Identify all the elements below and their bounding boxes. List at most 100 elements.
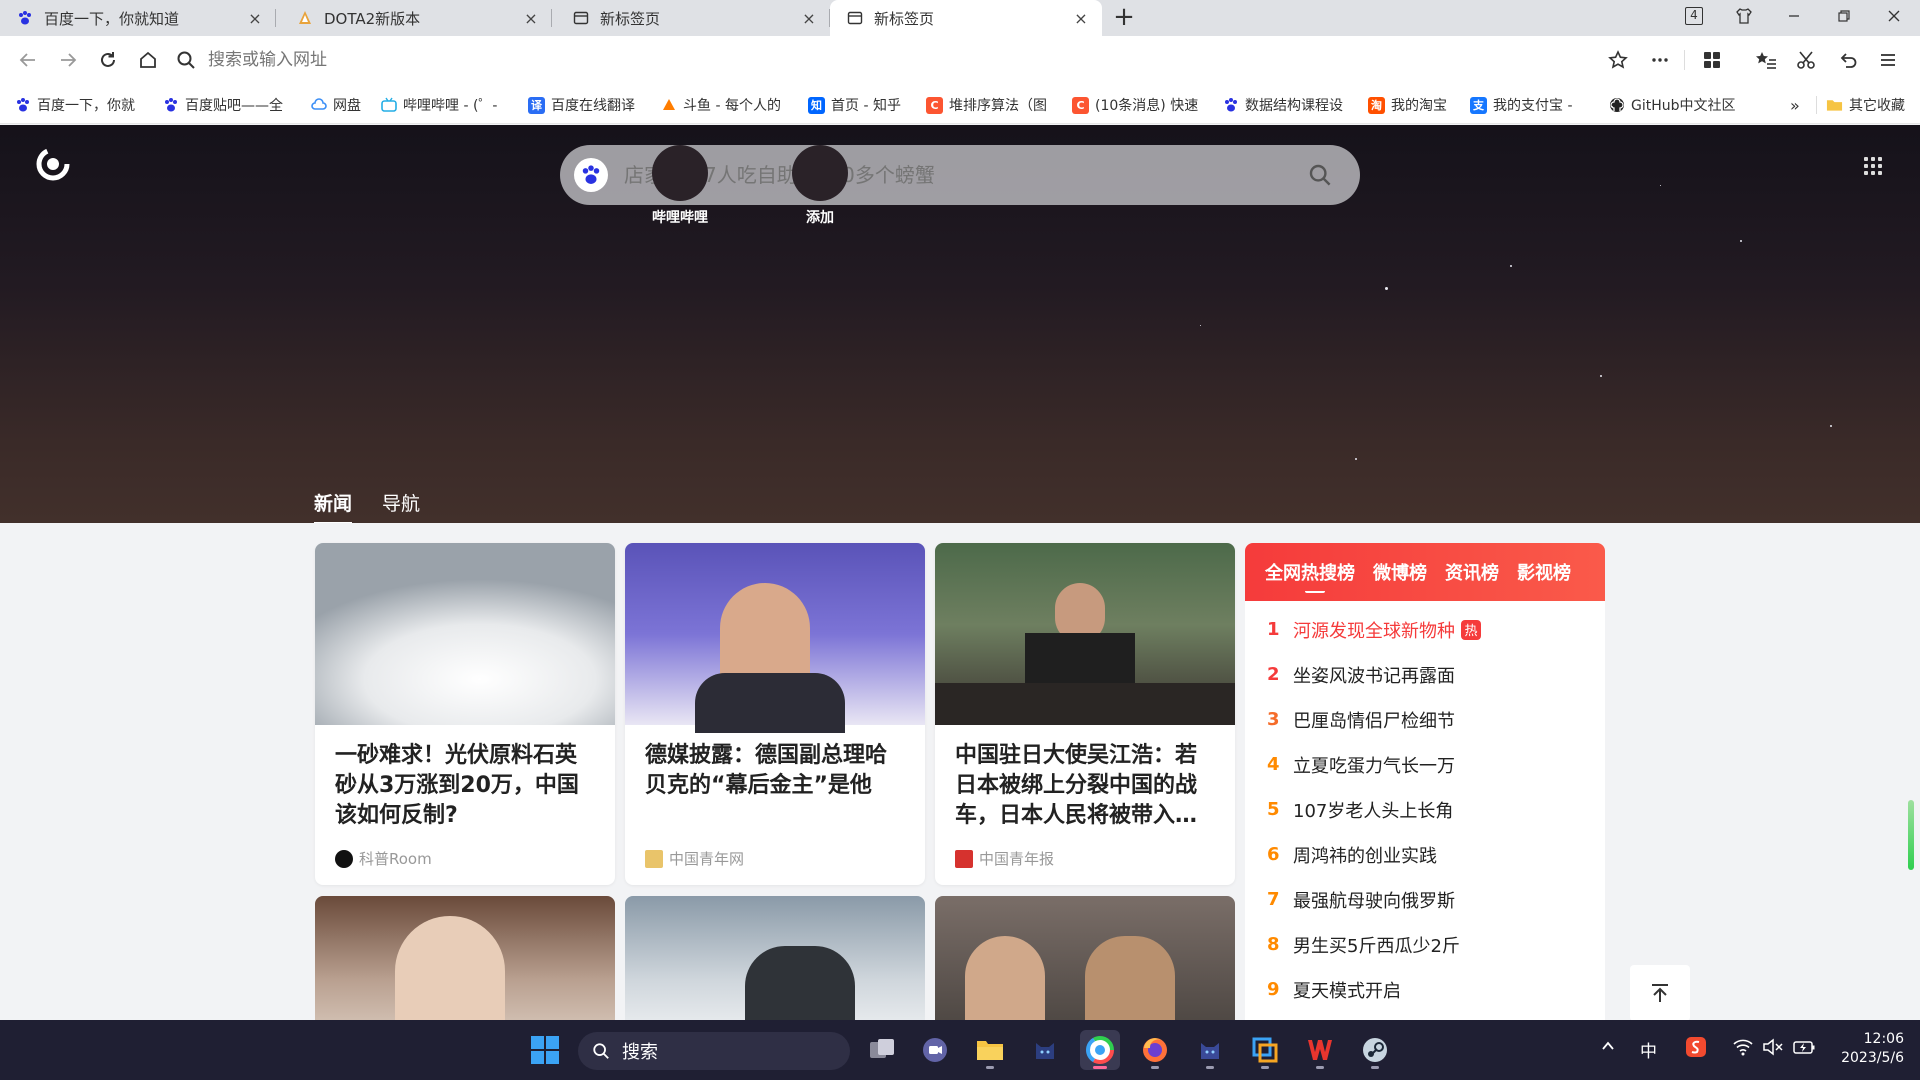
more-options-icon[interactable]	[1646, 46, 1674, 74]
new-tab-button[interactable]: +	[1110, 4, 1138, 32]
bookmark-item[interactable]: 数据结构课程设	[1222, 94, 1356, 116]
bookmark-item[interactable]: 支 我的支付宝 -	[1470, 94, 1588, 116]
ime-indicator[interactable]: 中	[1640, 1037, 1657, 1062]
hot-text: 河源发现全球新物种	[1293, 620, 1455, 642]
remote-desktop-icon[interactable]	[1245, 1030, 1285, 1070]
baidu-paw-icon[interactable]	[574, 158, 608, 192]
bookmark-item[interactable]: C 堆排序算法（图	[926, 94, 1056, 116]
taskbar-search[interactable]: 搜索	[578, 1032, 850, 1070]
bookmark-item[interactable]: 知 首页 - 知乎	[808, 94, 912, 116]
wifi-icon[interactable]	[1733, 1038, 1753, 1061]
tab-news-list[interactable]: 资讯榜	[1445, 559, 1499, 585]
bilibili-icon	[380, 97, 397, 114]
back-to-top-button[interactable]	[1630, 965, 1690, 1020]
app-cat-icon[interactable]	[1190, 1030, 1230, 1070]
search-icon[interactable]	[1308, 163, 1332, 187]
skin-icon[interactable]	[1724, 0, 1764, 32]
app-grid-icon[interactable]	[1864, 157, 1882, 175]
close-icon[interactable]: ×	[246, 9, 264, 28]
battery-icon[interactable]	[1792, 1038, 1816, 1061]
news-card[interactable]: 德媒披露：德国副总理哈贝克的“幕后金主”是他 中国青年网	[625, 543, 925, 885]
tab-movies[interactable]: 影视榜	[1517, 559, 1571, 585]
tab-title: 百度一下，你就知道	[44, 9, 180, 28]
shortcut-add[interactable]: 添加	[770, 145, 870, 227]
tab-weibo[interactable]: 微博榜	[1373, 559, 1427, 585]
close-icon[interactable]: ×	[522, 9, 540, 28]
arrow-up-icon	[1652, 984, 1668, 1002]
bookmark-item[interactable]: 百度贴吧——全	[162, 94, 294, 116]
bookmark-item[interactable]: GitHub中文社区	[1608, 94, 1748, 116]
windows-start-icon[interactable]	[525, 1030, 565, 1070]
close-window-button[interactable]	[1874, 0, 1914, 32]
news-card[interactable]	[625, 896, 925, 1020]
apps-icon[interactable]	[1698, 46, 1726, 74]
firefox-icon[interactable]	[1135, 1030, 1175, 1070]
steam-icon[interactable]	[1355, 1030, 1395, 1070]
meet-icon[interactable]	[915, 1030, 955, 1070]
news-card[interactable]: 中国驻日大使吴江浩：若日本被绑上分裂中国的战车，日本人民将被带入… 中国青年报	[935, 543, 1235, 885]
hot-badge: 热	[1461, 619, 1481, 640]
system-clock[interactable]: 12:06 2023/5/6	[1830, 1030, 1904, 1068]
sogou-icon[interactable]	[1685, 1036, 1707, 1063]
reload-button[interactable]	[94, 46, 122, 74]
home-button[interactable]	[134, 46, 162, 74]
menu-icon[interactable]	[1874, 46, 1902, 74]
folder-icon	[1826, 97, 1843, 114]
news-card[interactable]	[315, 896, 615, 1020]
hero-background: 哔哩哔哩 添加 新闻 导航	[0, 125, 1920, 523]
task-view-icon[interactable]	[862, 1030, 902, 1070]
hot-item[interactable]: 4 立夏吃蛋力气长一万	[1245, 742, 1605, 787]
wps-icon[interactable]	[1300, 1030, 1340, 1070]
bookmark-item[interactable]: 百度一下，你就	[14, 94, 144, 116]
tab-dota2[interactable]: DOTA2新版本 ×	[280, 0, 552, 36]
hot-item[interactable]: 5 107岁老人头上长角	[1245, 787, 1605, 832]
favorites-list-icon[interactable]	[1752, 46, 1780, 74]
other-bookmarks-folder[interactable]: 其它收藏	[1826, 94, 1918, 116]
bookmark-star-icon[interactable]	[1604, 46, 1632, 74]
hot-item[interactable]: 6 周鸿祎的创业实践	[1245, 832, 1605, 877]
hot-item[interactable]: 8 男生买5斤西瓜少2斤	[1245, 922, 1605, 967]
app-cat-icon[interactable]	[1025, 1030, 1065, 1070]
omnibox[interactable]	[176, 44, 1650, 76]
forward-button[interactable]	[54, 46, 82, 74]
tab-count-button[interactable]: 4	[1674, 0, 1714, 32]
close-icon[interactable]: ×	[800, 9, 818, 28]
hot-item[interactable]: 3 巴厘岛情侣尸检细节	[1245, 697, 1605, 742]
tab-newtab-1[interactable]: 新标签页 ×	[556, 0, 830, 36]
hot-item[interactable]: 2 坐姿风波书记再露面	[1245, 652, 1605, 697]
zhihu-icon: 知	[808, 96, 825, 114]
hot-item[interactable]: 7 最强航母驶向俄罗斯	[1245, 877, 1605, 922]
browser-app-icon[interactable]	[1080, 1030, 1120, 1070]
tab-all-hot[interactable]: 全网热搜榜	[1265, 559, 1355, 593]
tab-baidu[interactable]: 百度一下，你就知道 ×	[0, 0, 276, 36]
bookmark-item[interactable]: 网盘	[310, 94, 378, 116]
url-input[interactable]	[208, 50, 1508, 70]
browser-logo[interactable]	[36, 147, 70, 181]
tab-news[interactable]: 新闻	[314, 489, 353, 523]
bookmark-item[interactable]: 译 百度在线翻译	[528, 94, 652, 116]
tab-newtab-active[interactable]: 新标签页 ×	[830, 0, 1102, 36]
undo-icon[interactable]	[1834, 46, 1862, 74]
baidu-paw-icon	[14, 97, 31, 114]
baidu-paw-icon	[1222, 97, 1239, 114]
bookmark-item[interactable]: 斗鱼 - 每个人的	[660, 94, 792, 116]
bookmark-item[interactable]: 哔哩哔哩 - (゜-	[380, 94, 512, 116]
hot-item[interactable]: 1 河源发现全球新物种 热	[1245, 607, 1605, 652]
restore-button[interactable]	[1824, 0, 1864, 32]
news-card[interactable]: 一砂难求！光伏原料石英砂从3万涨到20万，中国该如何反制? 科普Room	[315, 543, 615, 885]
shortcut-bilibili[interactable]: 哔哩哔哩	[630, 145, 730, 227]
minimize-button[interactable]	[1774, 0, 1814, 32]
scrollbar-thumb[interactable]	[1908, 800, 1914, 870]
chevron-up-icon[interactable]	[1600, 1038, 1616, 1059]
scissors-icon[interactable]	[1792, 46, 1820, 74]
hot-item[interactable]: 9 夏天模式开启	[1245, 967, 1605, 1012]
close-icon[interactable]: ×	[1072, 9, 1090, 28]
back-button[interactable]	[14, 46, 42, 74]
bookmarks-more-button[interactable]: »	[1790, 94, 1808, 116]
bookmark-item[interactable]: 淘 我的淘宝	[1368, 94, 1454, 116]
news-card[interactable]	[935, 896, 1235, 1020]
tab-navigation[interactable]: 导航	[382, 489, 420, 523]
volume-muted-icon[interactable]	[1762, 1038, 1784, 1061]
bookmark-item[interactable]: C (10条消息) 快速	[1072, 94, 1204, 116]
file-explorer-icon[interactable]	[970, 1030, 1010, 1070]
